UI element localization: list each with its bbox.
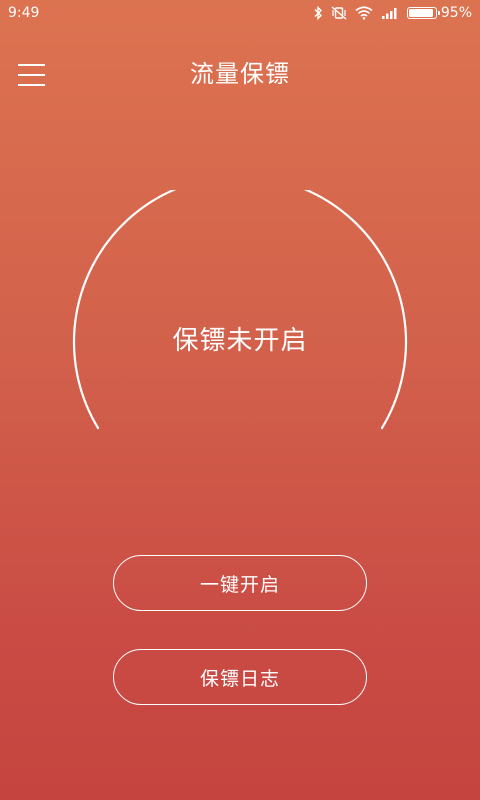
signal-icon (381, 6, 399, 20)
app-bar: 流量保镖 (0, 40, 480, 110)
battery-indicator: 95% (406, 5, 472, 21)
guard-status-gauge: 保镖未开启 (70, 190, 410, 440)
page-title: 流量保镖 (190, 60, 290, 88)
wifi-icon (355, 6, 373, 20)
gauge-arc (72, 190, 408, 430)
battery-icon (406, 7, 440, 19)
battery-percent: 95% (440, 5, 472, 21)
one-click-start-button[interactable]: 一键开启 (113, 555, 367, 611)
guard-log-button[interactable]: 保镖日志 (113, 649, 367, 705)
status-bar: 9:49 95% (0, 0, 480, 26)
status-icons: 95% (313, 5, 472, 21)
battery-fill (408, 9, 433, 17)
guard-status-label: 保镖未开启 (172, 326, 308, 356)
status-time: 9:49 (8, 5, 40, 21)
bluetooth-icon (313, 6, 323, 20)
vibrate-off-icon (331, 6, 347, 20)
